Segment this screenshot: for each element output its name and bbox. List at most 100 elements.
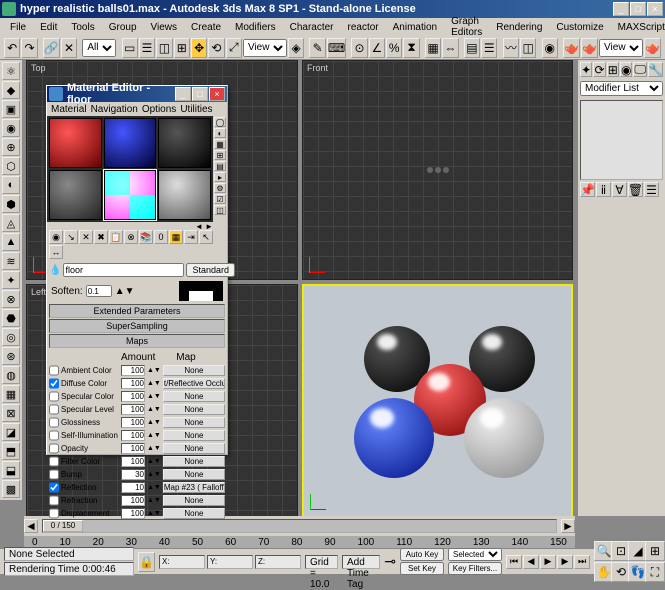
material-slot-6[interactable] xyxy=(158,170,211,220)
maximize-button[interactable]: □ xyxy=(630,2,646,16)
show-map-icon[interactable]: ▦ xyxy=(169,230,183,244)
tool-icon[interactable]: ▲ xyxy=(2,233,20,251)
material-name-input[interactable] xyxy=(63,263,184,277)
select-by-mat-icon[interactable]: ☑ xyxy=(214,194,226,204)
next-frame-icon[interactable]: ▶ xyxy=(557,555,573,569)
map-slot-button[interactable]: None xyxy=(163,365,225,376)
motion-tab-icon[interactable]: ◉ xyxy=(620,62,632,77)
map-slot-button[interactable]: Map #23 ( Falloff ) xyxy=(163,482,225,493)
map-row-checkbox[interactable] xyxy=(49,455,59,468)
schematic-button[interactable]: ◫ xyxy=(520,38,536,58)
map-row-checkbox[interactable] xyxy=(49,429,59,442)
put-to-scene-icon[interactable]: ↘ xyxy=(64,230,78,244)
display-tab-icon[interactable]: 🖵 xyxy=(633,62,647,77)
coord-z[interactable]: Z: xyxy=(255,555,301,569)
tool-icon[interactable]: ✦ xyxy=(2,271,20,289)
modifier-stack[interactable] xyxy=(580,100,663,180)
material-editor-button[interactable]: ◉ xyxy=(542,38,558,58)
menu-grapheditors[interactable]: Graph Editors xyxy=(445,15,488,39)
pick-icon[interactable]: 💧 xyxy=(49,265,61,276)
map-amount-input[interactable] xyxy=(121,391,145,402)
angle-snap-button[interactable]: ∠ xyxy=(369,38,385,58)
mat-map-nav-icon[interactable]: ◫ xyxy=(214,205,226,215)
tool-icon[interactable]: ≋ xyxy=(2,252,20,270)
tool-icon[interactable]: ⊗ xyxy=(2,290,20,308)
map-amount-input[interactable] xyxy=(121,417,145,428)
assign-icon[interactable]: ✕ xyxy=(79,230,93,244)
viewport-perspective[interactable] xyxy=(302,284,573,518)
tool-icon[interactable]: ⬢ xyxy=(2,195,20,213)
select-button[interactable]: ▭ xyxy=(122,38,138,58)
map-amount-input[interactable] xyxy=(121,469,145,480)
keyboard-button[interactable]: ⌨ xyxy=(327,38,346,58)
snap-button[interactable]: ⊙ xyxy=(351,38,367,58)
effects-icon[interactable]: 0 xyxy=(154,230,168,244)
backlight-icon[interactable]: ◐ xyxy=(214,128,226,138)
material-slot-2[interactable] xyxy=(104,118,157,168)
map-amount-input[interactable] xyxy=(121,495,145,506)
remove-mod-icon[interactable]: 🗑 xyxy=(628,182,643,197)
tool-icon[interactable]: ◉ xyxy=(2,119,20,137)
render-type-dropdown[interactable]: View xyxy=(599,39,643,57)
material-slot-3[interactable] xyxy=(158,118,211,168)
go-parent-icon[interactable]: ↖ xyxy=(199,230,213,244)
tool-icon[interactable]: ⊛ xyxy=(2,347,20,365)
prev-frame-icon[interactable]: ◀ xyxy=(523,555,539,569)
map-row-checkbox[interactable] xyxy=(49,494,59,507)
me-minimize-button[interactable]: _ xyxy=(175,87,191,101)
lock-selection-icon[interactable]: 🔒 xyxy=(138,552,155,572)
percent-snap-button[interactable]: % xyxy=(386,38,402,58)
modifier-list-dropdown[interactable]: Modifier List xyxy=(580,81,663,96)
menu-group[interactable]: Group xyxy=(103,21,143,34)
key-lock-icon[interactable]: ⊸ xyxy=(384,553,396,570)
map-amount-input[interactable] xyxy=(121,430,145,441)
close-button[interactable]: × xyxy=(647,2,663,16)
selection-filter-dropdown[interactable]: All xyxy=(82,39,116,57)
menu-file[interactable]: File xyxy=(4,21,32,34)
make-unique-icon[interactable]: ⊗ xyxy=(124,230,138,244)
map-amount-input[interactable] xyxy=(121,508,145,519)
tool-icon[interactable]: ⬓ xyxy=(2,461,20,479)
show-end-icon[interactable]: ⇥ xyxy=(184,230,198,244)
tool-icon[interactable]: ◪ xyxy=(2,423,20,441)
redo-button[interactable]: ↷ xyxy=(21,38,37,58)
reactor-icon[interactable]: ⚛ xyxy=(2,62,20,80)
tool-icon[interactable]: ◍ xyxy=(2,366,20,384)
layers-button[interactable]: ☰ xyxy=(481,38,497,58)
mirror-button[interactable]: ⇔ xyxy=(442,38,458,58)
tool-icon[interactable]: ◎ xyxy=(2,328,20,346)
tool-icon[interactable]: ◐ xyxy=(2,176,20,194)
link-button[interactable]: 🔗 xyxy=(43,38,60,58)
map-amount-input[interactable] xyxy=(121,482,145,493)
spinner-snap-button[interactable]: ⧗ xyxy=(403,38,419,58)
scale-button[interactable]: ⤢ xyxy=(226,38,242,58)
make-unique-icon[interactable]: ∀ xyxy=(612,182,627,197)
map-row-checkbox[interactable] xyxy=(49,364,59,377)
menu-character[interactable]: Character xyxy=(284,21,340,34)
nav-maximize-icon[interactable]: ⛶ xyxy=(645,562,665,582)
goto-end-icon[interactable]: ⏭ xyxy=(574,555,590,569)
get-material-icon[interactable]: ◉ xyxy=(49,230,63,244)
goto-start-icon[interactable]: ⏮ xyxy=(506,555,522,569)
add-time-tag[interactable]: Add Time Tag xyxy=(342,555,380,569)
align-button[interactable]: ▤ xyxy=(464,38,480,58)
map-slot-button[interactable]: t/Reflective Occlusion [base] ) xyxy=(163,378,225,389)
map-row-checkbox[interactable] xyxy=(49,377,59,390)
map-slot-button[interactable]: None xyxy=(163,404,225,415)
viewport-front[interactable]: Front xyxy=(302,60,573,280)
show-result-icon[interactable]: ⅱ xyxy=(596,182,611,197)
manipulate-button[interactable]: ✎ xyxy=(309,38,325,58)
undo-button[interactable]: ↶ xyxy=(4,38,20,58)
me-menu-navigation[interactable]: Navigation xyxy=(91,104,138,115)
supersampling-rollout[interactable]: SuperSampling xyxy=(49,319,225,333)
setkey-button[interactable]: Set Key xyxy=(400,562,444,575)
tool-icon[interactable]: ⊠ xyxy=(2,404,20,422)
map-slot-button[interactable]: None xyxy=(163,430,225,441)
me-maximize-button[interactable]: □ xyxy=(192,87,208,101)
window-crossing-button[interactable]: ⊞ xyxy=(174,38,190,58)
modify-tab-icon[interactable]: ⟳ xyxy=(593,62,605,77)
menu-maxscript[interactable]: MAXScript xyxy=(612,21,665,34)
move-button[interactable]: ✥ xyxy=(191,38,207,58)
tool-icon[interactable]: ▩ xyxy=(2,480,20,498)
tool-icon[interactable]: ⊕ xyxy=(2,138,20,156)
